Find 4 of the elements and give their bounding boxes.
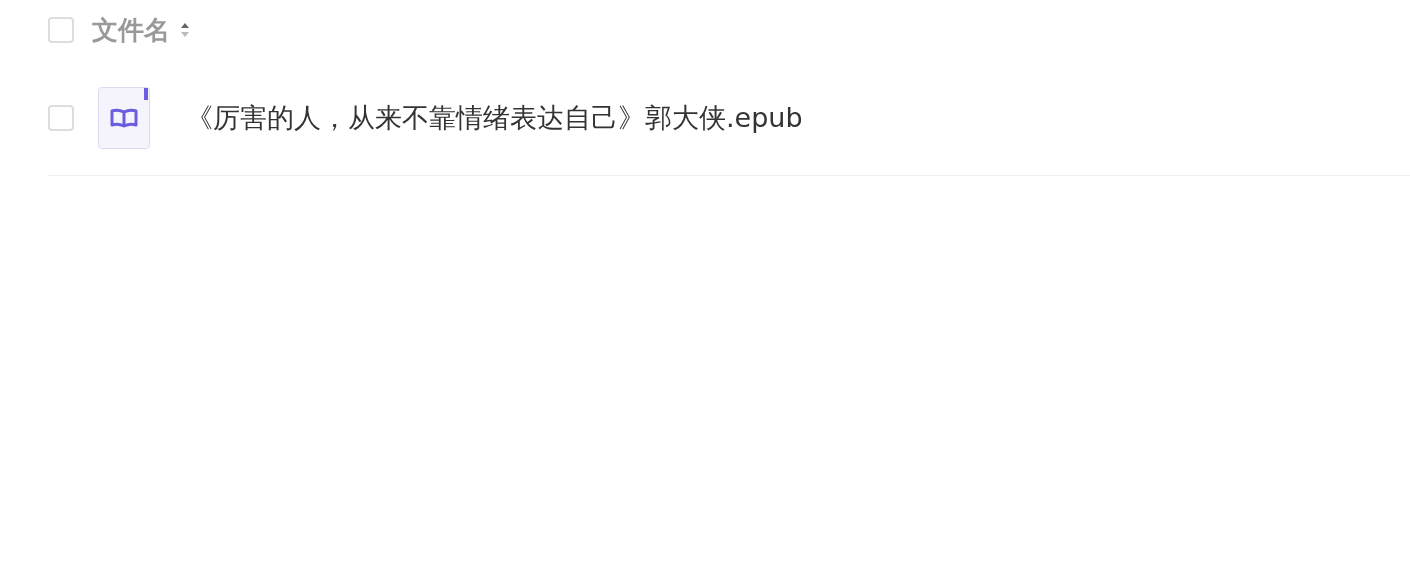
row-checkbox[interactable]	[48, 105, 74, 131]
book-file-icon	[98, 87, 150, 149]
select-all-checkbox[interactable]	[48, 17, 74, 43]
file-name[interactable]: 《厉害的人，从来不靠情绪表达自己》郭大侠.epub	[186, 100, 803, 136]
